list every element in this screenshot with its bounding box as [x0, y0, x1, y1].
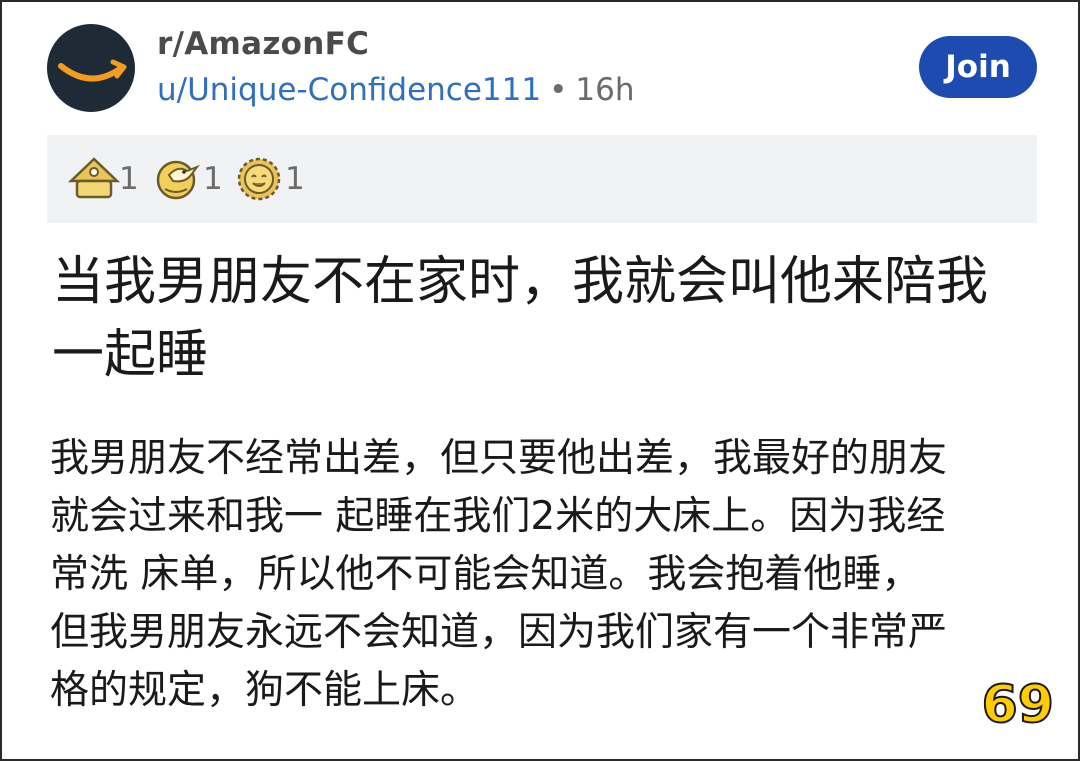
- amazon-smile-icon: [58, 59, 127, 82]
- post-body-line: 但我男朋友永远不会知道，因为我们家有一个非常严: [50, 610, 948, 655]
- meta-separator: •: [549, 72, 568, 108]
- post-title[interactable]: 当我男朋友不在家时，我就会叫他来陪我 一起睡: [52, 246, 1062, 392]
- post-body-line: 就会过来和我一 起睡在我们2米的大床上。因为我经: [50, 494, 946, 539]
- award-count: 1: [203, 161, 223, 197]
- post-body-line: 我男朋友不经常出差，但只要他出差，我最好的朋友: [50, 436, 948, 481]
- post-title-line: 一起睡: [52, 325, 209, 385]
- join-button[interactable]: Join: [919, 36, 1037, 98]
- award-item[interactable]: 1: [67, 155, 139, 203]
- post-card: r/AmazonFC u/Unique-Confidence111 • 16h Jo…: [0, 0, 1080, 761]
- post-body-line: 格的规定，狗不能上床。: [50, 668, 480, 713]
- subreddit-name[interactable]: r/AmazonFC: [157, 26, 369, 62]
- award-count: 1: [119, 161, 139, 197]
- award-count: 1: [285, 161, 305, 197]
- awards-bar: 1 1 1: [47, 135, 1037, 223]
- award-item[interactable]: 1: [233, 155, 305, 203]
- corner-badge: 69: [981, 674, 1055, 736]
- post-body-line: 常洗 床单，所以他不可能会知道。我会抱着他睡，: [50, 552, 921, 597]
- post-meta: u/Unique-Confidence111 • 16h: [157, 72, 635, 108]
- post-age: 16h: [575, 72, 635, 108]
- username-link[interactable]: u/Unique-Confidence111: [157, 72, 541, 108]
- gold-bird-award-icon: [156, 160, 200, 200]
- post-header: r/AmazonFC u/Unique-Confidence111 • 16h Jo…: [47, 24, 1037, 114]
- award-item[interactable]: 1: [151, 155, 223, 203]
- wholesome-sun-award-icon: [237, 157, 281, 201]
- post-title-line: 当我男朋友不在家时，我就会叫他来陪我: [52, 252, 989, 312]
- helpful-hat-award-icon: [67, 157, 121, 199]
- post-body: 我男朋友不经常出差，但只要他出差，我最好的朋友 就会过来和我一 起睡在我们2米的…: [50, 430, 1060, 720]
- subreddit-avatar[interactable]: [47, 24, 135, 112]
